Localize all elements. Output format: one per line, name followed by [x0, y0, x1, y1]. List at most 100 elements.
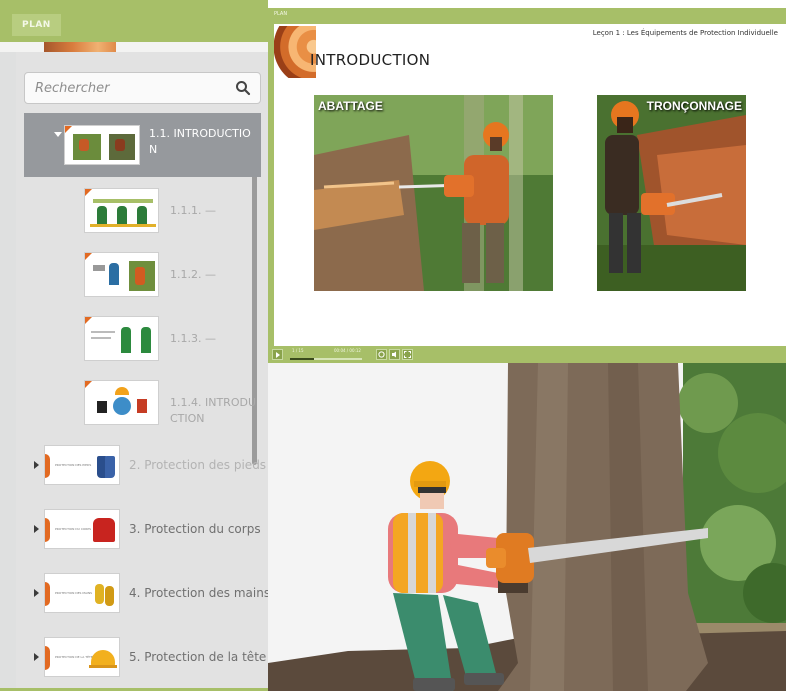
- thumbnail-graphic: [97, 206, 107, 224]
- thumbnail-wood-mark: [45, 582, 50, 606]
- plan-tab[interactable]: PLAN: [12, 14, 61, 36]
- thumbnail-caption: PROTECTION DE LA TÊTE: [55, 655, 93, 659]
- plan-section-3-corps[interactable]: PROTECTION DU CORPS 3. Protection du cor…: [24, 509, 264, 551]
- section-thumbnail: PROTECTION DES MAINS: [44, 573, 120, 613]
- time-readout: 00:04 / 00:12: [334, 348, 361, 353]
- thumbnail-graphic: [93, 199, 153, 203]
- thumbnail-corner-mark: [85, 317, 92, 324]
- fullscreen-icon: [404, 351, 411, 358]
- photo-abattage: ABATTAGE: [314, 95, 553, 291]
- expand-caret-icon[interactable]: [54, 132, 62, 137]
- thumbnail-caption: PROTECTION DES PIEDS: [55, 463, 92, 467]
- replay-icon: [378, 351, 385, 358]
- thumbnail-graphic: [113, 397, 131, 415]
- plan-item-label: 1.1. INTRODUCTION: [149, 127, 251, 156]
- thumbnail-wood-mark: [45, 646, 50, 670]
- play-button[interactable]: [272, 349, 283, 360]
- photo-tronconnage: TRONÇONNAGE: [597, 95, 746, 291]
- thumbnail-corner-mark: [65, 126, 72, 133]
- progress-track[interactable]: [290, 358, 362, 360]
- plan-section-label: 5. Protection de la tête: [129, 650, 267, 664]
- player-controls: 1 / 15 00:04 / 00:12: [268, 346, 786, 363]
- plan-section-label: 4. Protection des mains: [129, 586, 271, 600]
- plan-subitem-label: 1.1.2. —: [170, 268, 216, 281]
- thumbnail-graphic: [97, 401, 107, 413]
- plan-section-label: 2. Protection des pieds: [129, 458, 267, 472]
- slide-thumbnail: [84, 252, 159, 297]
- thumbnail-caption: PROTECTION DU CORPS: [55, 527, 92, 531]
- fullscreen-button[interactable]: [402, 349, 413, 360]
- thumbnail-corner-mark: [85, 381, 92, 388]
- glove-graphic: [105, 586, 114, 606]
- plan-section-label: 3. Protection du corps: [129, 522, 261, 536]
- jacket-graphic: [93, 518, 115, 542]
- play-icon: [276, 352, 280, 358]
- thumbnail-graphic: [137, 399, 147, 413]
- thumbnail-graphic: [135, 267, 145, 285]
- thumbnail-caption: PROTECTION DES MAINS: [55, 591, 93, 595]
- slide-thumbnail: [84, 380, 159, 425]
- glove-graphic: [95, 584, 104, 604]
- thumbnail-graphic: [141, 327, 151, 353]
- thumbnail-graphic: [90, 224, 156, 227]
- plan-subitem-1-1-2[interactable]: 1.1.2. —: [24, 252, 261, 302]
- player-top-bar: PLAN: [268, 8, 786, 24]
- thumbnail-corner-mark: [85, 189, 92, 196]
- thumbnail-photo: [115, 139, 125, 151]
- thumbnail-corner-mark: [85, 253, 92, 260]
- thumbnail-graphic: [93, 265, 105, 271]
- thumbnail-photo: [79, 139, 89, 151]
- plan-subitem-label: 1.1.3. —: [170, 332, 216, 345]
- photo-tronconnage-caption: TRONÇONNAGE: [646, 99, 742, 113]
- search-icon[interactable]: [235, 80, 251, 96]
- plan-banner: [0, 42, 268, 52]
- player-top-label: PLAN: [274, 11, 288, 17]
- section-thumbnail: PROTECTION DE LA TÊTE: [44, 637, 120, 677]
- plan-section-2-pieds[interactable]: PROTECTION DES PIEDS 2. Protection des p…: [24, 445, 267, 487]
- volume-icon: [392, 351, 396, 358]
- thumbnail-graphic: [91, 331, 115, 333]
- plan-subitem-1-1-4[interactable]: 1.1.4. INTRODUCTION: [24, 380, 261, 430]
- section-thumbnail: PROTECTION DES PIEDS: [44, 445, 120, 485]
- slide-thumbnail: [64, 125, 140, 165]
- slide-counter: 1 / 15: [292, 348, 304, 353]
- replay-button[interactable]: [376, 349, 387, 360]
- expand-caret-icon[interactable]: [34, 525, 39, 533]
- lumberjack-scene-image: [268, 363, 786, 691]
- plan-subitem-label: 1.1.4. INTRODUCTION: [170, 396, 256, 425]
- expand-caret-icon[interactable]: [34, 461, 39, 469]
- volume-button[interactable]: [389, 349, 400, 360]
- plan-subitem-1-1-1[interactable]: 1.1.1. —: [24, 188, 261, 238]
- slide-thumbnail: [84, 188, 159, 233]
- plan-item-1-1-introduction[interactable]: 1.1. INTRODUCTION: [24, 113, 261, 177]
- progress-fill: [290, 358, 314, 360]
- thumbnail-graphic: [117, 206, 127, 224]
- thumbnail-graphic: [121, 327, 131, 353]
- thumbnail-wood-mark: [45, 454, 50, 478]
- thumbnail-graphic: [115, 387, 129, 395]
- slide-title: INTRODUCTION: [310, 51, 431, 69]
- lumberjack-3d-scene: [268, 363, 786, 691]
- plan-subitem-1-1-3[interactable]: 1.1.3. —: [24, 316, 261, 366]
- thumbnail-graphic: [91, 337, 111, 339]
- expand-caret-icon[interactable]: [34, 589, 39, 597]
- slide-viewer: Leçon 1 : Les Équipements de Protection …: [274, 24, 786, 346]
- helmet-graphic: [89, 665, 117, 668]
- plan-header: PLAN: [0, 0, 268, 42]
- thumbnail-wood-mark: [45, 518, 50, 542]
- helmet-graphic: [91, 650, 115, 666]
- wood-banner-image: [44, 42, 116, 52]
- lesson-title: Leçon 1 : Les Équipements de Protection …: [592, 29, 778, 37]
- photo-abattage-image: [314, 95, 553, 291]
- search-input[interactable]: [25, 73, 225, 103]
- plan-section-5-tete[interactable]: PROTECTION DE LA TÊTE 5. Protection de l…: [24, 637, 267, 679]
- section-thumbnail: PROTECTION DU CORPS: [44, 509, 120, 549]
- plan-subitem-label: 1.1.1. —: [170, 204, 216, 217]
- photo-tronconnage-image: [597, 95, 746, 291]
- slide-thumbnail: [84, 316, 159, 361]
- thumbnail-graphic: [109, 263, 119, 285]
- expand-caret-icon[interactable]: [34, 653, 39, 661]
- thumbnail-graphic: [137, 206, 147, 224]
- plan-section-4-mains[interactable]: PROTECTION DES MAINS 4. Protection des m…: [24, 573, 270, 615]
- photo-abattage-caption: ABATTAGE: [318, 99, 383, 113]
